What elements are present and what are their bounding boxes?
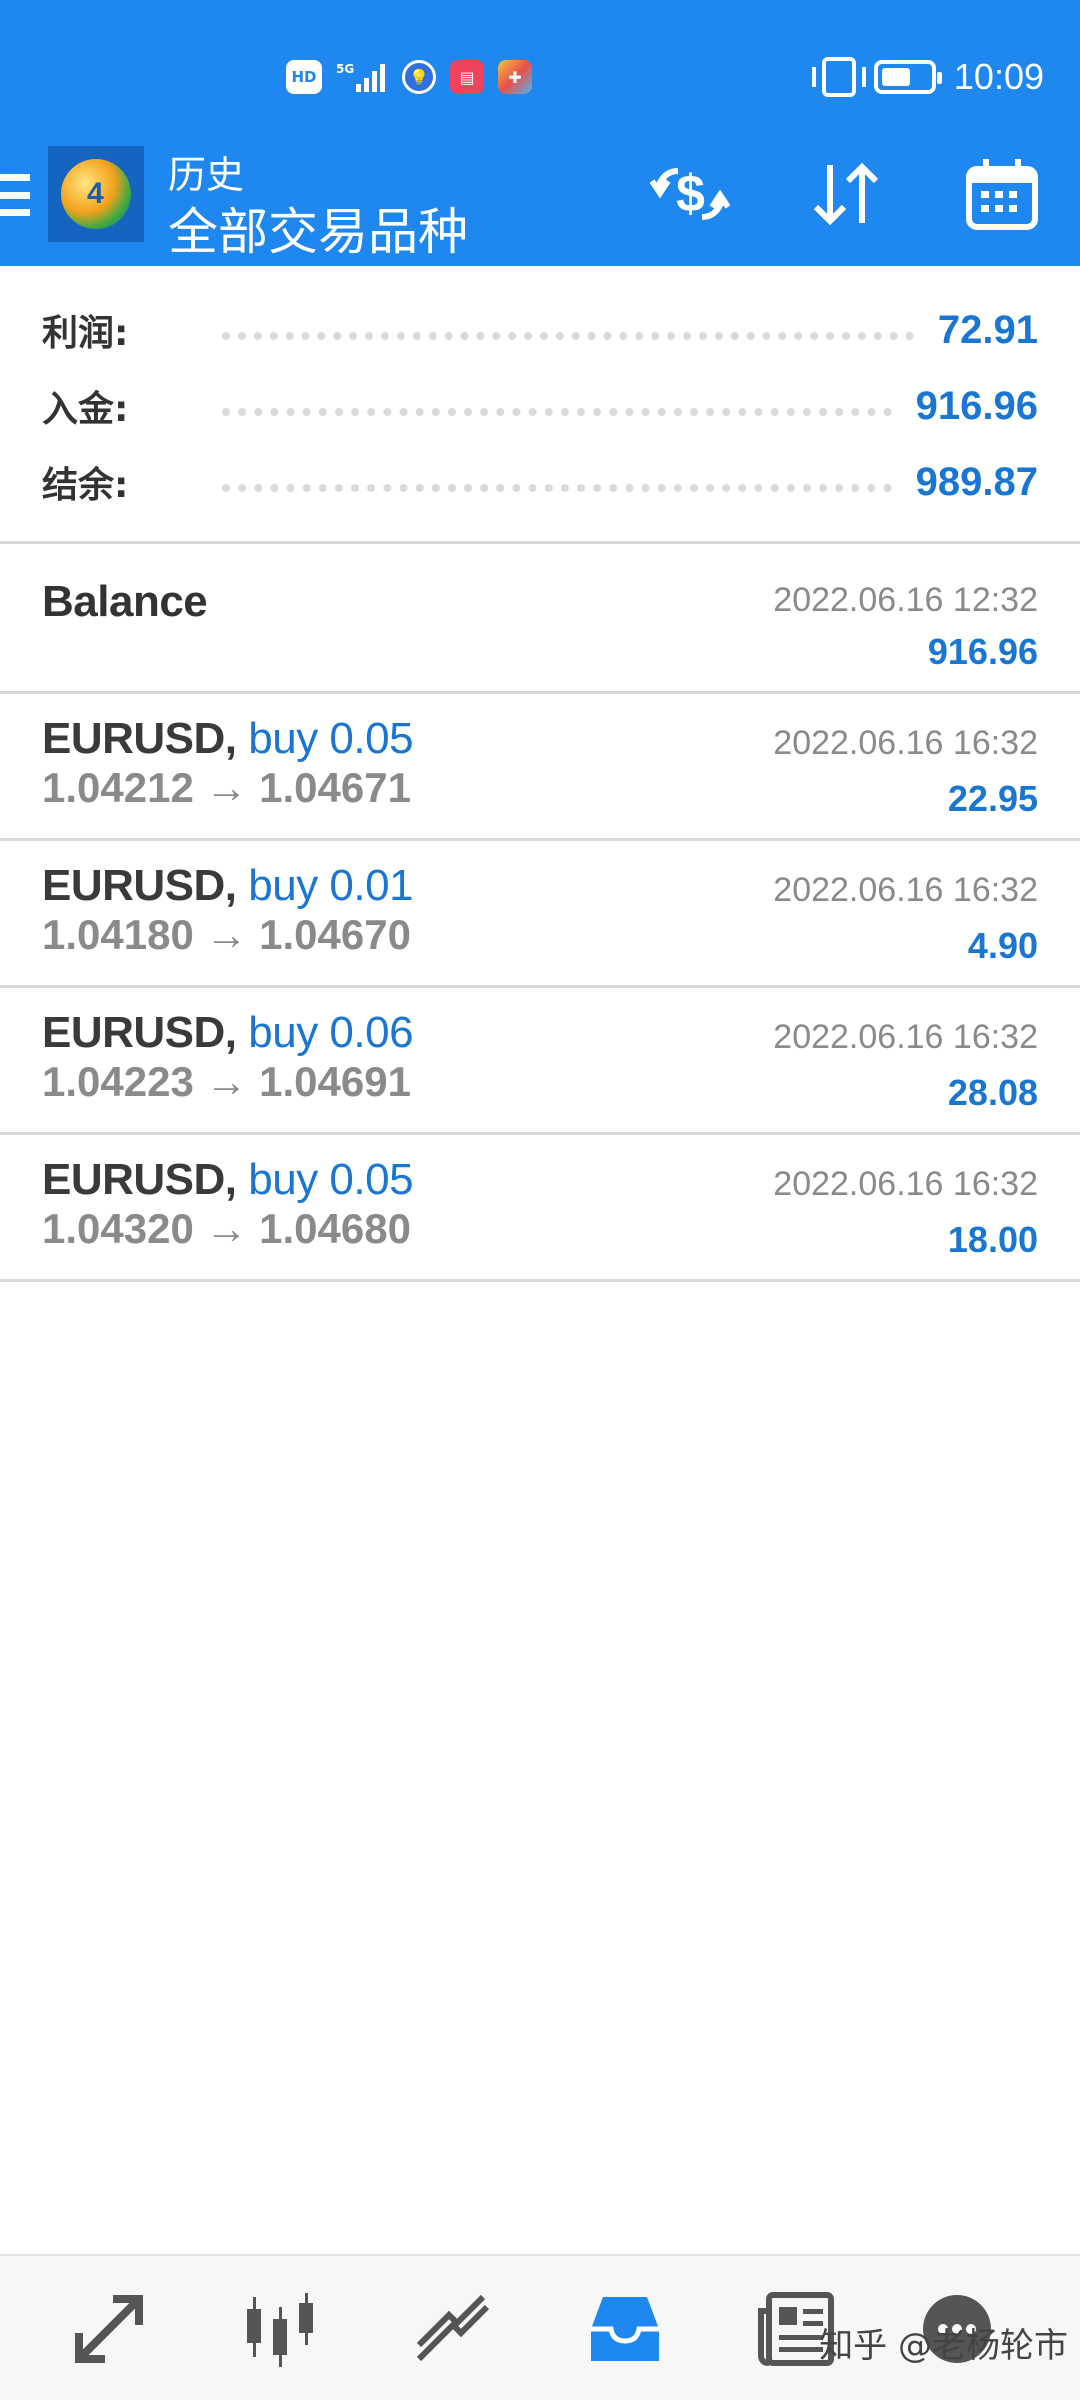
balance-row[interactable]: Balance 2022.06.16 12:32 916.96 [0, 547, 1080, 694]
summary-row-balance: 结余: 989.87 [42, 452, 1038, 512]
5g-label: 5G [336, 62, 354, 76]
status-bar: HD 5G 💡 ▤ ✚ 10:09 [0, 0, 1080, 140]
deal-row[interactable]: EURUSD, buy 0.01 1.04180 → 1.04670 2022.… [0, 841, 1080, 988]
summary-label: 结余: [42, 465, 129, 506]
hd-icon: HD [286, 60, 322, 94]
deal-profit: 28.08 [947, 1072, 1038, 1113]
status-right: 10:09 [811, 56, 1044, 98]
summary-value: 989.87 [915, 459, 1038, 504]
summary-row-deposit: 入金: 916.96 [42, 376, 1038, 436]
deal-prices: 1.04223 → 1.04691 [42, 1058, 411, 1105]
page-title[interactable]: 全部交易品种 [168, 192, 468, 264]
deal-side: buy 0.06 [248, 1008, 414, 1057]
chart-icon[interactable] [236, 2284, 326, 2374]
deal-side: buy 0.05 [248, 1155, 414, 1204]
summary-panel: 利润: 72.91 入金: 916.96 结余: 989.87 [0, 266, 1080, 544]
summary-value: 916.96 [915, 383, 1038, 428]
dotted-leader [222, 332, 914, 340]
deal-prices: 1.04212 → 1.04671 [42, 764, 411, 811]
book-app-icon: ▤ [450, 60, 484, 94]
deal-time: 2022.06.16 16:32 [773, 871, 1038, 909]
deal-profit: 4.90 [967, 925, 1038, 966]
deal-time: 2022.06.16 16:32 [773, 1018, 1038, 1056]
bottom-navigation: 知乎 @老杨轮市 [0, 2254, 1080, 2400]
deal-symbol: EURUSD, [42, 714, 237, 763]
deal-symbol: EURUSD, [42, 861, 237, 910]
balance-title: Balance [42, 577, 208, 626]
deal-amount: 916.96 [927, 631, 1038, 672]
deal-header: EURUSD, buy 0.01 [42, 861, 414, 911]
history-icon[interactable] [580, 2284, 670, 2374]
trade-icon[interactable] [408, 2284, 498, 2374]
deal-header: EURUSD, buy 0.05 [42, 714, 414, 764]
deal-time: 2022.06.16 16:32 [773, 724, 1038, 762]
top-bar: HD 5G 💡 ▤ ✚ 10:09 历史 全部交易品种 [0, 0, 1080, 266]
deal-prices: 1.04180 → 1.04670 [42, 911, 411, 958]
vibrate-icon [811, 57, 866, 97]
deal-symbol: EURUSD, [42, 1155, 237, 1204]
bulb-app-icon: 💡 [402, 60, 436, 94]
deal-side: buy 0.05 [248, 714, 414, 763]
deal-profit: 22.95 [947, 778, 1038, 819]
status-icons: HD 5G 💡 ▤ ✚ [286, 60, 532, 94]
calendar-icon[interactable] [962, 154, 1042, 234]
deal-time: 2022.06.16 16:32 [773, 1165, 1038, 1203]
menu-icon[interactable] [0, 174, 30, 216]
app-logo [48, 146, 144, 242]
clock: 10:09 [953, 56, 1044, 97]
quotes-icon[interactable] [64, 2284, 154, 2374]
deal-profit: 18.00 [947, 1219, 1038, 1260]
summary-value: 72.91 [937, 307, 1038, 352]
deal-side: buy 0.01 [248, 861, 414, 910]
page-title-small: 历史 [168, 153, 245, 197]
color-app-icon: ✚ [498, 60, 532, 94]
dotted-leader [222, 484, 892, 492]
summary-label: 入金: [42, 389, 129, 430]
deal-row[interactable]: EURUSD, buy 0.05 1.04212 → 1.04671 2022.… [0, 694, 1080, 841]
deal-header: EURUSD, buy 0.06 [42, 1008, 414, 1058]
watermark-text: 知乎 @老杨轮市 [819, 2326, 1068, 2366]
app-bar: 历史 全部交易品种 $ [0, 140, 1080, 266]
deal-row[interactable]: EURUSD, buy 0.05 1.04320 → 1.04680 2022.… [0, 1135, 1080, 1282]
summary-label: 利润: [42, 313, 129, 354]
5g-signal-icon: 5G [336, 60, 388, 94]
deal-symbol: EURUSD, [42, 1008, 237, 1057]
dotted-leader [222, 408, 892, 416]
svg-text:$: $ [676, 165, 705, 223]
deal-time: 2022.06.16 12:32 [773, 581, 1038, 619]
battery-icon [873, 60, 942, 94]
exchange-currency-icon[interactable]: $ [650, 154, 730, 234]
summary-row-profit: 利润: 72.91 [42, 300, 1038, 360]
deal-prices: 1.04320 → 1.04680 [42, 1205, 411, 1252]
deal-header: EURUSD, buy 0.05 [42, 1155, 414, 1205]
deal-row[interactable]: EURUSD, buy 0.06 1.04223 → 1.04691 2022.… [0, 988, 1080, 1135]
sort-icon[interactable] [806, 154, 886, 234]
